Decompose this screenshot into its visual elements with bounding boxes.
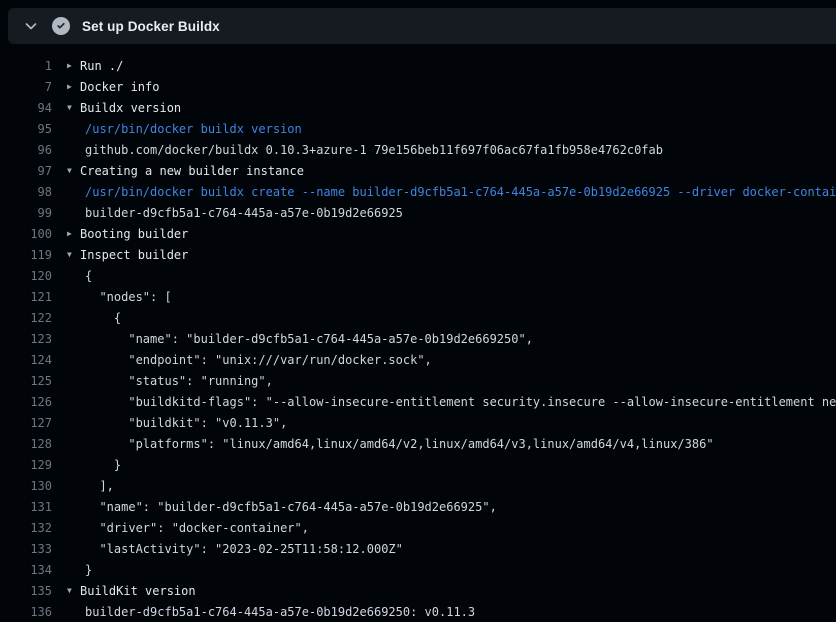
step-success-check-icon [52, 17, 70, 35]
step-header[interactable]: Set up Docker Buildx [8, 8, 836, 44]
log-line-text: { [80, 311, 121, 325]
log-group-row[interactable]: 97 ▼ Creating a new builder instance [0, 160, 836, 181]
line-number[interactable]: 120 [0, 269, 52, 283]
line-number[interactable]: 130 [0, 479, 52, 493]
line-number[interactable]: 124 [0, 353, 52, 367]
log-row: 121 "nodes": [ [0, 286, 836, 307]
step-title: Set up Docker Buildx [82, 19, 220, 34]
line-number[interactable]: 135 [0, 584, 52, 598]
log-line-text: Inspect builder [80, 248, 188, 262]
line-number[interactable]: 136 [0, 605, 52, 619]
log-line-text: "endpoint": "unix:///var/run/docker.sock… [80, 353, 432, 367]
line-number[interactable]: 122 [0, 311, 52, 325]
log-line-text: "buildkitd-flags": "--allow-insecure-ent… [80, 395, 836, 409]
line-number[interactable]: 133 [0, 542, 52, 556]
log-group-row[interactable]: 94 ▼ Buildx version [0, 97, 836, 118]
log-lines: 1 ▶ Run ./ 7 ▶ Docker info 94 ▼ Buildx v… [0, 55, 836, 622]
log-line-text: "nodes": [ [80, 290, 172, 304]
log-line-text: /usr/bin/docker buildx version [80, 122, 302, 136]
group-toggle-arrow-icon[interactable]: ▶ [52, 62, 80, 70]
log-row: 125 "status": "running", [0, 370, 836, 391]
log-row: 131 "name": "builder-d9cfb5a1-c764-445a-… [0, 496, 836, 517]
log-row: 120 { [0, 265, 836, 286]
line-number[interactable]: 100 [0, 227, 52, 241]
log-row: 126 "buildkitd-flags": "--allow-insecure… [0, 391, 836, 412]
log-row: 127 "buildkit": "v0.11.3", [0, 412, 836, 433]
log-row: 122 { [0, 307, 836, 328]
group-toggle-arrow-icon[interactable]: ▼ [52, 167, 80, 175]
line-number[interactable]: 134 [0, 563, 52, 577]
log-line-text: builder-d9cfb5a1-c764-445a-a57e-0b19d2e6… [80, 206, 403, 220]
line-number[interactable]: 96 [0, 143, 52, 157]
line-number[interactable]: 99 [0, 206, 52, 220]
log-line-text: "status": "running", [80, 374, 273, 388]
log-line-text: builder-d9cfb5a1-c764-445a-a57e-0b19d2e6… [80, 605, 475, 619]
log-row: 95 /usr/bin/docker buildx version [0, 118, 836, 139]
line-number[interactable]: 94 [0, 101, 52, 115]
line-number[interactable]: 119 [0, 248, 52, 262]
log-row: 99 builder-d9cfb5a1-c764-445a-a57e-0b19d… [0, 202, 836, 223]
log-group-row[interactable]: 1 ▶ Run ./ [0, 55, 836, 76]
line-number[interactable]: 126 [0, 395, 52, 409]
log-row: 133 "lastActivity": "2023-02-25T11:58:12… [0, 538, 836, 559]
group-toggle-arrow-icon[interactable]: ▶ [52, 83, 80, 91]
log-line-text: Run ./ [80, 59, 123, 73]
log-row: 134 } [0, 559, 836, 580]
group-toggle-arrow-icon[interactable]: ▼ [52, 104, 80, 112]
line-number[interactable]: 1 [0, 59, 52, 73]
log-row: 96 github.com/docker/buildx 0.10.3+azure… [0, 139, 836, 160]
log-line-text: Creating a new builder instance [80, 164, 304, 178]
log-row: 123 "name": "builder-d9cfb5a1-c764-445a-… [0, 328, 836, 349]
log-row: 98 /usr/bin/docker buildx create --name … [0, 181, 836, 202]
log-group-row[interactable]: 7 ▶ Docker info [0, 76, 836, 97]
line-number[interactable]: 7 [0, 80, 52, 94]
log-line-text: Buildx version [80, 101, 181, 115]
log-row: 128 "platforms": "linux/amd64,linux/amd6… [0, 433, 836, 454]
log-line-text: BuildKit version [80, 584, 196, 598]
line-number[interactable]: 98 [0, 185, 52, 199]
line-number[interactable]: 127 [0, 416, 52, 430]
log-line-text: { [80, 269, 92, 283]
line-number[interactable]: 121 [0, 290, 52, 304]
line-number[interactable]: 97 [0, 164, 52, 178]
log-line-text: ], [80, 479, 114, 493]
log-line-text: "name": "builder-d9cfb5a1-c764-445a-a57e… [80, 500, 497, 514]
log-row: 132 "driver": "docker-container", [0, 517, 836, 538]
line-number[interactable]: 128 [0, 437, 52, 451]
log-line-text: "buildkit": "v0.11.3", [80, 416, 287, 430]
group-toggle-arrow-icon[interactable]: ▶ [52, 230, 80, 238]
log-line-text: github.com/docker/buildx 0.10.3+azure-1 … [80, 143, 663, 157]
log-line-text: Booting builder [80, 227, 188, 241]
log-row: 129 } [0, 454, 836, 475]
group-toggle-arrow-icon[interactable]: ▼ [52, 251, 80, 259]
log-line-text: "name": "builder-d9cfb5a1-c764-445a-a57e… [80, 332, 533, 346]
log-line-text: "lastActivity": "2023-02-25T11:58:12.000… [80, 542, 403, 556]
line-number[interactable]: 129 [0, 458, 52, 472]
line-number[interactable]: 132 [0, 521, 52, 535]
log-row: 124 "endpoint": "unix:///var/run/docker.… [0, 349, 836, 370]
group-toggle-arrow-icon[interactable]: ▼ [52, 587, 80, 595]
log-line-text: Docker info [80, 80, 159, 94]
line-number[interactable]: 123 [0, 332, 52, 346]
log-group-row[interactable]: 100 ▶ Booting builder [0, 223, 836, 244]
log-group-row[interactable]: 135 ▼ BuildKit version [0, 580, 836, 601]
log-line-text: "platforms": "linux/amd64,linux/amd64/v2… [80, 437, 714, 451]
log-line-text: } [80, 458, 121, 472]
log-row: 136 builder-d9cfb5a1-c764-445a-a57e-0b19… [0, 601, 836, 622]
log-group-row[interactable]: 119 ▼ Inspect builder [0, 244, 836, 265]
log-line-text: /usr/bin/docker buildx create --name bui… [80, 185, 836, 199]
line-number[interactable]: 95 [0, 122, 52, 136]
log-row: 130 ], [0, 475, 836, 496]
line-number[interactable]: 131 [0, 500, 52, 514]
chevron-down-icon[interactable] [18, 13, 44, 39]
log-line-text: } [80, 563, 92, 577]
line-number[interactable]: 125 [0, 374, 52, 388]
log-line-text: "driver": "docker-container", [80, 521, 309, 535]
